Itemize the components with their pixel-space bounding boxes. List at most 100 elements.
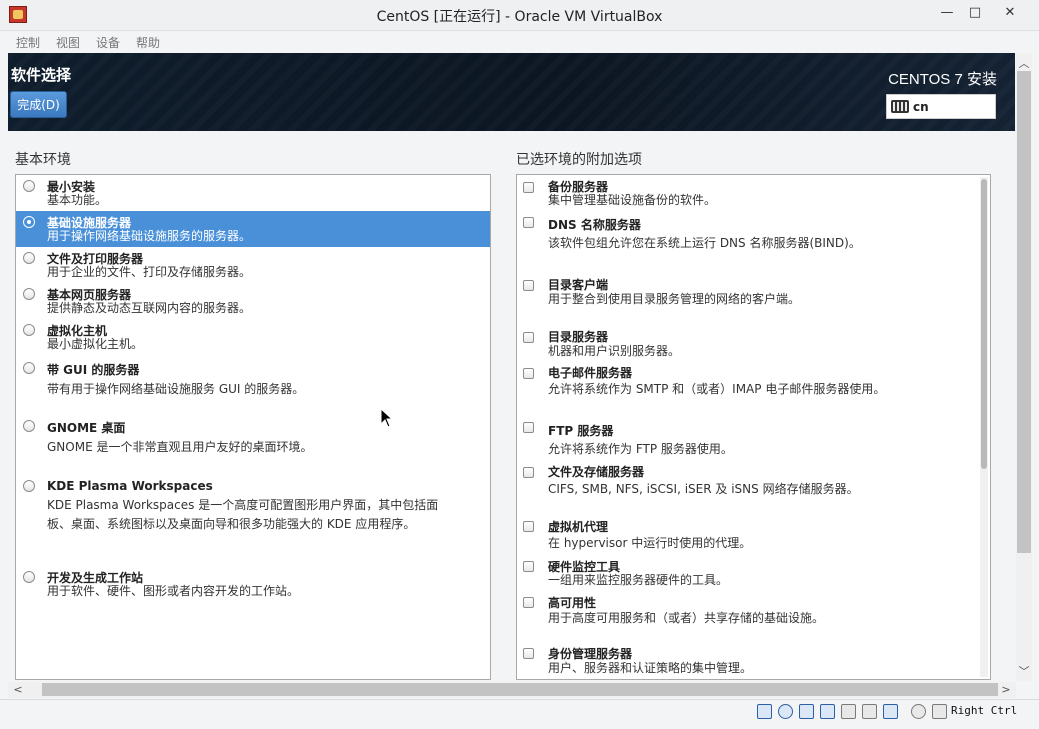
viewport-horizontal-thumb[interactable] [42, 683, 998, 696]
display-icon[interactable] [883, 704, 898, 719]
addon-ftp-server[interactable]: FTP 服务器 允许将系统作为 FTP 服务器使用。 [517, 419, 977, 461]
addons-scrollbar[interactable] [980, 177, 988, 677]
close-button[interactable]: ✕ [996, 2, 1024, 24]
env-desc: 最小虚拟化主机。 [47, 337, 144, 351]
scroll-down-arrow-icon[interactable]: ﹀ [1016, 663, 1032, 679]
radio-button[interactable] [23, 252, 35, 264]
addon-high-availability[interactable]: 高可用性 用于高度可用服务和（或者）共享存储的基础设施。 [517, 589, 977, 639]
viewport-horizontal-scrollbar[interactable]: < > [8, 682, 1016, 698]
menu-view[interactable]: 视图 [56, 34, 80, 51]
addon-desc: 机器和用户识别服务器。 [548, 344, 681, 358]
viewport-vertical-scrollbar[interactable]: ︿ ﹀ [1016, 53, 1032, 681]
checkbox[interactable] [523, 467, 534, 478]
audio-icon[interactable] [799, 704, 814, 719]
addons-title: 已选环境的附加选项 [516, 152, 642, 168]
done-button[interactable]: 完成(D) [10, 91, 67, 118]
addon-desc: CIFS, SMB, NFS, iSCSI, iSER 及 iSNS 网络存储服… [548, 482, 859, 496]
checkbox[interactable] [523, 182, 534, 193]
addon-desc: 集中管理基础设施备份的软件。 [548, 193, 717, 207]
env-item-infrastructure[interactable]: 基础设施服务器 用于操作网络基础设施服务的服务器。 [16, 211, 490, 247]
viewport-vertical-thumb[interactable] [1017, 71, 1031, 553]
radio-button[interactable] [23, 288, 35, 300]
shared-folders-icon[interactable] [862, 704, 877, 719]
maximize-button[interactable]: □ [961, 2, 989, 24]
addons-scrollbar-thumb[interactable] [981, 179, 987, 469]
network-icon[interactable] [820, 704, 835, 719]
vm-status-bar: Right Ctrl [0, 699, 1039, 729]
addon-desc: 一组用来监控服务器硬件的工具。 [548, 573, 729, 587]
keyboard-layout-indicator[interactable]: cn [886, 94, 996, 119]
radio-button[interactable] [23, 362, 35, 374]
env-item-dev-workstation[interactable]: 开发及生成工作站 用于软件、硬件、图形或者内容开发的工作站。 [16, 567, 490, 607]
addon-name: DNS 名称服务器 [548, 218, 641, 232]
env-desc-line2: 板、桌面、系统图标以及桌面向导和很多功能强大的 KDE 应用程序。 [47, 517, 416, 531]
menu-bar: 控制 视图 设备 帮助 [0, 31, 1039, 53]
addon-desc: 用于高度可用服务和（或者）共享存储的基础设施。 [548, 611, 825, 625]
checkbox[interactable] [523, 561, 534, 572]
menu-help[interactable]: 帮助 [136, 34, 160, 51]
base-env-list: 最小安装 基本功能。 基础设施服务器 用于操作网络基础设施服务的服务器。 文件及… [15, 174, 491, 680]
addon-desc: 允许将系统作为 SMTP 和（或者）IMAP 电子邮件服务器使用。 [548, 382, 886, 396]
radio-button[interactable] [23, 324, 35, 336]
hard-disk-icon[interactable] [757, 704, 772, 719]
scroll-up-arrow-icon[interactable]: ︿ [1016, 55, 1032, 71]
installer-header: 软件选择 完成(D) CENTOS 7 安装 cn [8, 53, 1015, 131]
addons-list: 备份服务器 集中管理基础设施备份的软件。 DNS 名称服务器 该软件包组允许您在… [516, 174, 991, 680]
radio-button[interactable] [23, 180, 35, 192]
checkbox[interactable] [523, 521, 534, 532]
optical-drive-icon[interactable] [778, 704, 793, 719]
env-item-web-server[interactable]: 基本网页服务器 提供静态及动态互联网内容的服务器。 [16, 283, 490, 319]
addon-directory-server[interactable]: 目录服务器 机器和用户识别服务器。 [517, 325, 977, 361]
addon-dns-server[interactable]: DNS 名称服务器 该软件包组允许您在系统上运行 DNS 名称服务器(BIND)… [517, 213, 977, 273]
window-title-bar: CentOS [正在运行] - Oracle VM VirtualBox — □… [0, 0, 1039, 31]
addon-vm-agents[interactable]: 虚拟机代理 在 hypervisor 中运行时使用的代理。 [517, 513, 977, 553]
env-item-minimal[interactable]: 最小安装 基本功能。 [16, 175, 490, 211]
menu-devices[interactable]: 设备 [96, 34, 120, 51]
scroll-left-arrow-icon[interactable]: < [10, 683, 26, 696]
env-item-kde-plasma[interactable]: KDE Plasma Workspaces KDE Plasma Workspa… [16, 475, 490, 567]
addon-email-server[interactable]: 电子邮件服务器 允许将系统作为 SMTP 和（或者）IMAP 电子邮件服务器使用… [517, 361, 977, 419]
radio-button[interactable] [23, 480, 35, 492]
addon-identity-management[interactable]: 身份管理服务器 用户、服务器和认证策略的集中管理。 [517, 639, 977, 679]
env-desc: 提供静态及动态互联网内容的服务器。 [47, 301, 252, 315]
checkbox[interactable] [523, 422, 534, 433]
addon-backup-server[interactable]: 备份服务器 集中管理基础设施备份的软件。 [517, 175, 977, 213]
keyboard-layout-code: cn [913, 100, 929, 114]
host-key-arrow-icon [932, 704, 947, 719]
radio-button-selected[interactable] [23, 216, 35, 228]
addon-name: 文件及存储服务器 [548, 465, 645, 479]
base-env-title: 基本环境 [15, 152, 71, 168]
env-desc: 用于软件、硬件、图形或者内容开发的工作站。 [47, 584, 300, 598]
usb-icon[interactable] [841, 704, 856, 719]
radio-button[interactable] [23, 571, 35, 583]
addon-file-storage-server[interactable]: 文件及存储服务器 CIFS, SMB, NFS, iSCSI, iSER 及 i… [517, 461, 977, 513]
addon-hardware-monitoring[interactable]: 硬件监控工具 一组用来监控服务器硬件的工具。 [517, 553, 977, 589]
scroll-right-arrow-icon[interactable]: > [998, 683, 1014, 696]
page-title: 软件选择 [11, 66, 72, 84]
menu-control[interactable]: 控制 [16, 34, 40, 51]
addon-name: 虚拟机代理 [548, 520, 609, 534]
host-key-label: Right Ctrl [951, 704, 1018, 717]
env-item-server-gui[interactable]: 带 GUI 的服务器 带有用于操作网络基础设施服务 GUI 的服务器。 [16, 359, 490, 417]
env-item-gnome-desktop[interactable]: GNOME 桌面 GNOME 是一个非常直观且用户友好的桌面环境。 [16, 417, 490, 475]
env-desc: 用于操作网络基础设施服务的服务器。 [47, 229, 252, 243]
checkbox[interactable] [523, 332, 534, 343]
addon-name: 电子邮件服务器 [548, 366, 633, 380]
addon-desc: 在 hypervisor 中运行时使用的代理。 [548, 536, 752, 550]
env-name: GNOME 桌面 [47, 421, 126, 435]
env-item-file-print[interactable]: 文件及打印服务器 用于企业的文件、打印及存储服务器。 [16, 247, 490, 283]
addon-desc: 用户、服务器和认证策略的集中管理。 [548, 661, 753, 675]
env-item-virtualization-host[interactable]: 虚拟化主机 最小虚拟化主机。 [16, 319, 490, 359]
minimize-button[interactable]: — [933, 2, 961, 24]
checkbox[interactable] [523, 597, 534, 608]
checkbox[interactable] [523, 648, 534, 659]
checkbox[interactable] [523, 217, 534, 228]
addon-desc: 允许将系统作为 FTP 服务器使用。 [548, 442, 733, 456]
env-desc: 带有用于操作网络基础设施服务 GUI 的服务器。 [47, 382, 305, 396]
mouse-integration-icon[interactable] [911, 704, 926, 719]
addon-directory-client[interactable]: 目录客户端 用于整合到使用目录服务管理的网络的客户端。 [517, 273, 977, 325]
checkbox[interactable] [523, 280, 534, 291]
radio-button[interactable] [23, 420, 35, 432]
checkbox[interactable] [523, 368, 534, 379]
env-name: 带 GUI 的服务器 [47, 363, 140, 377]
